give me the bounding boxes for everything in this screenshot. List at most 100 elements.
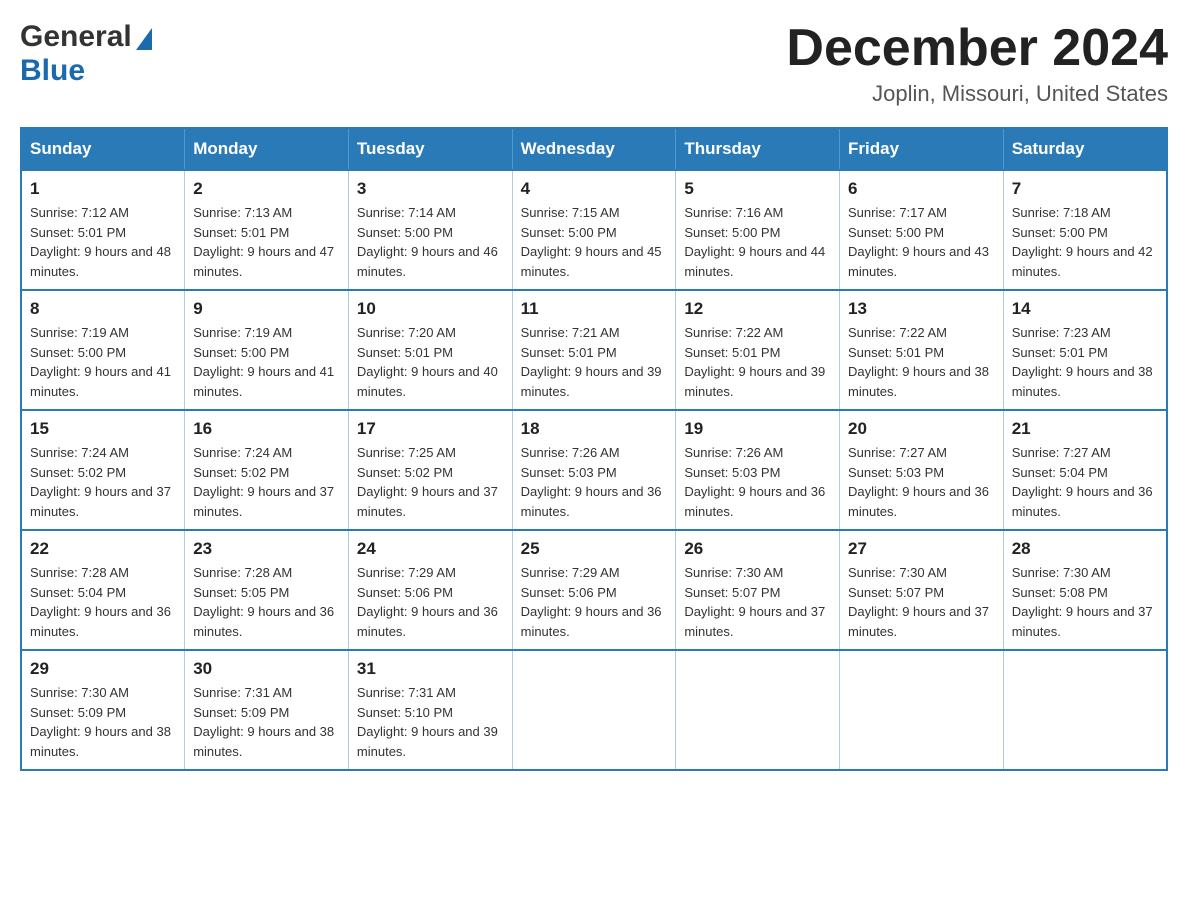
day-info: Sunrise: 7:30 AMSunset: 5:07 PMDaylight:… <box>684 563 831 641</box>
calendar-table: SundayMondayTuesdayWednesdayThursdayFrid… <box>20 127 1168 771</box>
logo: General Blue <box>20 20 152 88</box>
day-number: 17 <box>357 419 504 439</box>
day-info: Sunrise: 7:31 AMSunset: 5:10 PMDaylight:… <box>357 683 504 761</box>
day-info: Sunrise: 7:30 AMSunset: 5:09 PMDaylight:… <box>30 683 176 761</box>
day-number: 6 <box>848 179 995 199</box>
calendar-cell <box>1003 650 1167 770</box>
calendar-cell: 24 Sunrise: 7:29 AMSunset: 5:06 PMDaylig… <box>348 530 512 650</box>
logo-arrow-icon <box>136 28 152 50</box>
day-info: Sunrise: 7:28 AMSunset: 5:04 PMDaylight:… <box>30 563 176 641</box>
day-number: 11 <box>521 299 668 319</box>
calendar-cell: 4 Sunrise: 7:15 AMSunset: 5:00 PMDayligh… <box>512 170 676 290</box>
day-number: 28 <box>1012 539 1158 559</box>
day-number: 12 <box>684 299 831 319</box>
day-number: 24 <box>357 539 504 559</box>
calendar-cell: 22 Sunrise: 7:28 AMSunset: 5:04 PMDaylig… <box>21 530 185 650</box>
day-number: 15 <box>30 419 176 439</box>
day-number: 27 <box>848 539 995 559</box>
col-header-sunday: Sunday <box>21 128 185 170</box>
day-info: Sunrise: 7:22 AMSunset: 5:01 PMDaylight:… <box>684 323 831 401</box>
calendar-cell <box>676 650 840 770</box>
calendar-cell: 29 Sunrise: 7:30 AMSunset: 5:09 PMDaylig… <box>21 650 185 770</box>
day-number: 13 <box>848 299 995 319</box>
calendar-cell: 10 Sunrise: 7:20 AMSunset: 5:01 PMDaylig… <box>348 290 512 410</box>
day-info: Sunrise: 7:15 AMSunset: 5:00 PMDaylight:… <box>521 203 668 281</box>
day-info: Sunrise: 7:18 AMSunset: 5:00 PMDaylight:… <box>1012 203 1158 281</box>
calendar-cell: 18 Sunrise: 7:26 AMSunset: 5:03 PMDaylig… <box>512 410 676 530</box>
calendar-cell: 1 Sunrise: 7:12 AMSunset: 5:01 PMDayligh… <box>21 170 185 290</box>
calendar-cell: 26 Sunrise: 7:30 AMSunset: 5:07 PMDaylig… <box>676 530 840 650</box>
day-number: 14 <box>1012 299 1158 319</box>
calendar-cell: 8 Sunrise: 7:19 AMSunset: 5:00 PMDayligh… <box>21 290 185 410</box>
day-number: 19 <box>684 419 831 439</box>
calendar-cell: 25 Sunrise: 7:29 AMSunset: 5:06 PMDaylig… <box>512 530 676 650</box>
calendar-cell: 12 Sunrise: 7:22 AMSunset: 5:01 PMDaylig… <box>676 290 840 410</box>
calendar-cell: 27 Sunrise: 7:30 AMSunset: 5:07 PMDaylig… <box>840 530 1004 650</box>
calendar-cell: 2 Sunrise: 7:13 AMSunset: 5:01 PMDayligh… <box>185 170 349 290</box>
day-number: 29 <box>30 659 176 679</box>
calendar-cell: 30 Sunrise: 7:31 AMSunset: 5:09 PMDaylig… <box>185 650 349 770</box>
calendar-week-2: 8 Sunrise: 7:19 AMSunset: 5:00 PMDayligh… <box>21 290 1167 410</box>
logo-general-text: General <box>20 20 132 54</box>
day-info: Sunrise: 7:21 AMSunset: 5:01 PMDaylight:… <box>521 323 668 401</box>
day-info: Sunrise: 7:12 AMSunset: 5:01 PMDaylight:… <box>30 203 176 281</box>
day-number: 30 <box>193 659 340 679</box>
day-number: 9 <box>193 299 340 319</box>
day-number: 31 <box>357 659 504 679</box>
day-number: 25 <box>521 539 668 559</box>
day-info: Sunrise: 7:30 AMSunset: 5:07 PMDaylight:… <box>848 563 995 641</box>
month-title: December 2024 <box>786 20 1168 77</box>
day-info: Sunrise: 7:13 AMSunset: 5:01 PMDaylight:… <box>193 203 340 281</box>
day-number: 26 <box>684 539 831 559</box>
calendar-cell: 28 Sunrise: 7:30 AMSunset: 5:08 PMDaylig… <box>1003 530 1167 650</box>
calendar-cell: 7 Sunrise: 7:18 AMSunset: 5:00 PMDayligh… <box>1003 170 1167 290</box>
day-info: Sunrise: 7:30 AMSunset: 5:08 PMDaylight:… <box>1012 563 1158 641</box>
day-info: Sunrise: 7:26 AMSunset: 5:03 PMDaylight:… <box>684 443 831 521</box>
day-info: Sunrise: 7:31 AMSunset: 5:09 PMDaylight:… <box>193 683 340 761</box>
day-number: 5 <box>684 179 831 199</box>
calendar-cell: 13 Sunrise: 7:22 AMSunset: 5:01 PMDaylig… <box>840 290 1004 410</box>
day-number: 3 <box>357 179 504 199</box>
col-header-thursday: Thursday <box>676 128 840 170</box>
calendar-week-4: 22 Sunrise: 7:28 AMSunset: 5:04 PMDaylig… <box>21 530 1167 650</box>
day-number: 23 <box>193 539 340 559</box>
day-info: Sunrise: 7:17 AMSunset: 5:00 PMDaylight:… <box>848 203 995 281</box>
day-info: Sunrise: 7:14 AMSunset: 5:00 PMDaylight:… <box>357 203 504 281</box>
calendar-cell: 20 Sunrise: 7:27 AMSunset: 5:03 PMDaylig… <box>840 410 1004 530</box>
col-header-monday: Monday <box>185 128 349 170</box>
calendar-cell: 9 Sunrise: 7:19 AMSunset: 5:00 PMDayligh… <box>185 290 349 410</box>
day-info: Sunrise: 7:19 AMSunset: 5:00 PMDaylight:… <box>193 323 340 401</box>
calendar-cell: 19 Sunrise: 7:26 AMSunset: 5:03 PMDaylig… <box>676 410 840 530</box>
logo-blue-text: Blue <box>20 54 85 87</box>
day-number: 18 <box>521 419 668 439</box>
day-info: Sunrise: 7:23 AMSunset: 5:01 PMDaylight:… <box>1012 323 1158 401</box>
page-header: General Blue December 2024 Joplin, Misso… <box>20 20 1168 107</box>
calendar-cell: 3 Sunrise: 7:14 AMSunset: 5:00 PMDayligh… <box>348 170 512 290</box>
day-info: Sunrise: 7:24 AMSunset: 5:02 PMDaylight:… <box>30 443 176 521</box>
day-info: Sunrise: 7:29 AMSunset: 5:06 PMDaylight:… <box>357 563 504 641</box>
day-info: Sunrise: 7:27 AMSunset: 5:03 PMDaylight:… <box>848 443 995 521</box>
calendar-cell: 5 Sunrise: 7:16 AMSunset: 5:00 PMDayligh… <box>676 170 840 290</box>
day-number: 2 <box>193 179 340 199</box>
calendar-cell: 11 Sunrise: 7:21 AMSunset: 5:01 PMDaylig… <box>512 290 676 410</box>
location-subtitle: Joplin, Missouri, United States <box>786 81 1168 107</box>
day-info: Sunrise: 7:22 AMSunset: 5:01 PMDaylight:… <box>848 323 995 401</box>
day-info: Sunrise: 7:16 AMSunset: 5:00 PMDaylight:… <box>684 203 831 281</box>
day-number: 22 <box>30 539 176 559</box>
calendar-cell: 6 Sunrise: 7:17 AMSunset: 5:00 PMDayligh… <box>840 170 1004 290</box>
day-info: Sunrise: 7:20 AMSunset: 5:01 PMDaylight:… <box>357 323 504 401</box>
day-number: 16 <box>193 419 340 439</box>
day-number: 7 <box>1012 179 1158 199</box>
title-block: December 2024 Joplin, Missouri, United S… <box>786 20 1168 107</box>
day-number: 4 <box>521 179 668 199</box>
col-header-friday: Friday <box>840 128 1004 170</box>
day-info: Sunrise: 7:19 AMSunset: 5:00 PMDaylight:… <box>30 323 176 401</box>
day-info: Sunrise: 7:28 AMSunset: 5:05 PMDaylight:… <box>193 563 340 641</box>
calendar-cell: 16 Sunrise: 7:24 AMSunset: 5:02 PMDaylig… <box>185 410 349 530</box>
calendar-cell: 31 Sunrise: 7:31 AMSunset: 5:10 PMDaylig… <box>348 650 512 770</box>
calendar-cell: 17 Sunrise: 7:25 AMSunset: 5:02 PMDaylig… <box>348 410 512 530</box>
day-number: 21 <box>1012 419 1158 439</box>
calendar-cell: 21 Sunrise: 7:27 AMSunset: 5:04 PMDaylig… <box>1003 410 1167 530</box>
day-info: Sunrise: 7:24 AMSunset: 5:02 PMDaylight:… <box>193 443 340 521</box>
day-info: Sunrise: 7:26 AMSunset: 5:03 PMDaylight:… <box>521 443 668 521</box>
